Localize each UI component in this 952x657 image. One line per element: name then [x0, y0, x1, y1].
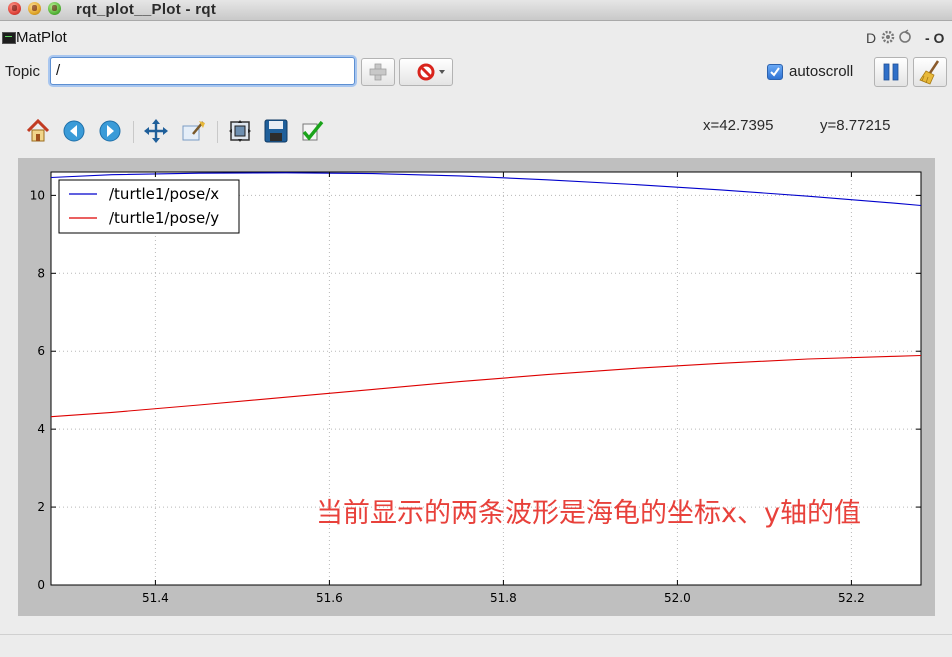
- window-title: rqt_plot__Plot - rqt: [76, 1, 217, 18]
- x-tick-label: 51.4: [142, 591, 169, 605]
- edit-curves-icon: [302, 120, 324, 141]
- close-window-button[interactable]: [8, 2, 21, 15]
- annotation-text: 当前显示的两条波形是海龟的坐标x、y轴的值: [316, 498, 861, 529]
- status-bar: [0, 634, 952, 635]
- plot-figure[interactable]: 51.4 51.6 51.8 52.0 52.2 0 2 4 6 8 10 /turtle1/pos…: [18, 158, 935, 616]
- y-tick-label: 8: [37, 266, 45, 280]
- window-titlebar: rqt_plot__Plot - rqt: [0, 0, 952, 21]
- zoom-dot-icon: [52, 5, 57, 11]
- broom-icon: [919, 60, 940, 85]
- forward-icon: [99, 120, 121, 142]
- x-tick-label: 51.8: [490, 591, 517, 605]
- remove-topic-dropdown[interactable]: [399, 58, 453, 86]
- toolbar-separator: [217, 121, 218, 143]
- plugin-settings-button[interactable]: [880, 29, 914, 48]
- y-tick-label: 10: [30, 188, 45, 202]
- cursor-x-readout: x=42.7395: [703, 117, 774, 134]
- plugin-title: MatPlot: [16, 29, 67, 46]
- close-dot-icon: [12, 5, 17, 11]
- y-tick-label: 4: [37, 422, 45, 436]
- topic-input[interactable]: /: [50, 57, 355, 85]
- x-tick-label: 51.6: [316, 591, 343, 605]
- save-icon: [264, 119, 288, 143]
- save-button[interactable]: [263, 118, 289, 144]
- x-tick-label: 52.0: [664, 591, 691, 605]
- legend-label: /turtle1/pose/x: [109, 185, 219, 203]
- y-tick-label: 2: [37, 500, 45, 514]
- checkbox-checked-icon: [767, 64, 783, 80]
- edit-curves-button[interactable]: [299, 118, 325, 144]
- back-button[interactable]: [61, 118, 87, 144]
- legend-label: /turtle1/pose/y: [109, 209, 219, 227]
- pan-icon: [144, 119, 168, 143]
- plugin-help-button[interactable]: D: [866, 30, 876, 46]
- plugin-close-button[interactable]: - O: [925, 30, 944, 46]
- pause-button[interactable]: [874, 57, 908, 87]
- gear-icon: [881, 29, 911, 44]
- plus-icon: [369, 63, 387, 81]
- x-tick-label: 52.2: [838, 591, 865, 605]
- cursor-y-readout: y=8.77215: [820, 117, 891, 134]
- y-tick-label: 6: [37, 344, 45, 358]
- pause-icon: [883, 63, 899, 81]
- plot-canvas[interactable]: 51.4 51.6 51.8 52.0 52.2 0 2 4 6 8 10 /turtle1/pos…: [18, 158, 935, 616]
- zoom-window-button[interactable]: [48, 2, 61, 15]
- remove-icon: [417, 63, 445, 81]
- plugin-icon: [2, 32, 16, 44]
- toolbar-separator: [133, 121, 134, 143]
- zoom-icon: [182, 121, 205, 141]
- add-topic-button[interactable]: [361, 58, 395, 86]
- forward-button[interactable]: [97, 118, 123, 144]
- subplots-button[interactable]: [227, 118, 253, 144]
- home-icon: [26, 118, 50, 142]
- home-button[interactable]: [25, 118, 51, 144]
- minimize-window-button[interactable]: [28, 2, 41, 15]
- minimize-dot-icon: [32, 5, 37, 11]
- autoscroll-label: autoscroll: [789, 63, 854, 80]
- legend: /turtle1/pose/x/turtle1/pose/y: [58, 179, 240, 234]
- y-tick-label: 0: [37, 578, 45, 592]
- plugin-header: MatPlot D - O: [0, 24, 952, 50]
- pan-button[interactable]: [143, 118, 169, 144]
- zoom-button[interactable]: [181, 118, 207, 144]
- back-icon: [63, 120, 85, 142]
- subplots-icon: [229, 120, 251, 142]
- topic-label: Topic: [5, 63, 41, 80]
- clear-button[interactable]: [913, 57, 947, 87]
